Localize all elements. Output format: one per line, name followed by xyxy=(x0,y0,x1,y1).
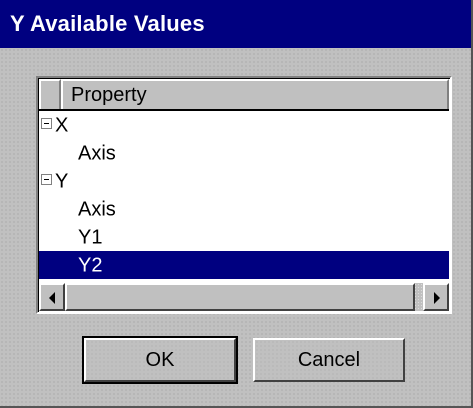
ok-button[interactable]: OK xyxy=(82,336,238,384)
tree-item-y1[interactable]: Y1 xyxy=(39,223,449,251)
available-values-dialog: Y Available Values Property X Axis Y Axi… xyxy=(0,0,473,408)
horizontal-scrollbar[interactable] xyxy=(39,283,449,311)
tree-item-label: Axis xyxy=(78,198,116,221)
title-bar[interactable]: Y Available Values xyxy=(0,0,471,48)
property-list[interactable]: Property X Axis Y Axis Y1 Y2 xyxy=(36,76,452,314)
cancel-button-label: Cancel xyxy=(297,349,361,371)
tree-node-y[interactable]: Y xyxy=(39,167,449,195)
tree-item-label: Axis xyxy=(78,142,116,165)
property-tree[interactable]: X Axis Y Axis Y1 Y2 xyxy=(39,111,449,283)
cancel-button[interactable]: Cancel xyxy=(253,338,405,382)
ok-button-label: OK xyxy=(145,349,175,371)
arrow-left-icon xyxy=(49,292,55,304)
tree-node-x[interactable]: X xyxy=(39,111,449,139)
tree-item-label: Y1 xyxy=(78,226,103,249)
tree-node-label: X xyxy=(55,114,69,137)
dialog-title: Y Available Values xyxy=(10,11,205,36)
tree-node-label: Y xyxy=(55,170,69,193)
collapse-minus-icon[interactable] xyxy=(41,174,52,186)
tree-item-y-axis[interactable]: Axis xyxy=(39,195,449,223)
tree-item-x-axis[interactable]: Axis xyxy=(39,139,449,167)
scroll-thumb[interactable] xyxy=(65,283,415,311)
tree-item-y2-selected[interactable]: Y2 xyxy=(39,251,449,279)
header-gutter xyxy=(39,79,61,109)
list-header: Property xyxy=(39,79,449,111)
column-header-property[interactable]: Property xyxy=(61,79,449,109)
scroll-right-button[interactable] xyxy=(423,283,449,311)
scroll-left-button[interactable] xyxy=(39,283,65,311)
tree-item-label: Y2 xyxy=(78,254,103,277)
collapse-minus-icon[interactable] xyxy=(41,118,52,130)
column-header-label: Property xyxy=(71,84,147,106)
arrow-right-icon xyxy=(434,292,440,304)
